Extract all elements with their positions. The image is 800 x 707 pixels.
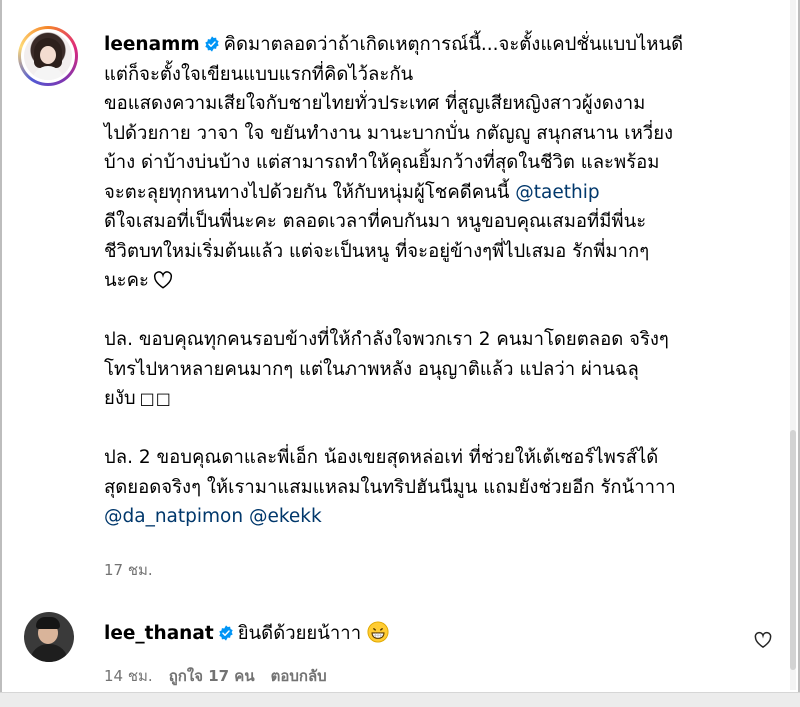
caption-line: สุดยอดจริงๆ ให้เรามาแสมแหลมในทริปฮันนีมู… (104, 476, 676, 498)
caption-line: แต่ก็จะตั้งใจเขียนแบบแรกที่คิดไว้ละกัน (104, 63, 414, 85)
post-caption: leenamm คิดมาตลอดว่าถ้าเกิดเหตุการณ์นี้..… (104, 30, 784, 532)
reply-like-count[interactable]: ถูกใจ 17 คน (169, 664, 255, 688)
post-author-avatar[interactable] (18, 26, 78, 86)
window-bottom-bar (0, 692, 800, 707)
post-username[interactable]: leenamm (104, 34, 200, 55)
reply-button[interactable]: ตอบกลับ (271, 664, 327, 688)
heart-like-icon[interactable] (754, 631, 772, 649)
reply-text: ยินดีด้วยยน้าาา (237, 623, 362, 644)
caption-line: ดีใจเสมอที่เป็นพี่นะคะ ตลอดเวลาที่คบกันม… (104, 211, 647, 232)
reply-timestamp[interactable]: 14 ชม. (104, 664, 153, 688)
caption-line: นะคะ (104, 266, 784, 296)
reply-comment: lee_thanat ยินดีด้วยยน้าาา (104, 620, 389, 648)
caption-line: บ้าง ด่าบ้างบ่นบ้าง แต่สามารถทำให้คุณยิ้… (104, 152, 660, 173)
caption-line: leenamm คิดมาตลอดว่าถ้าเกิดเหตุการณ์นี้..… (104, 30, 784, 60)
mention-link[interactable]: @taethip (515, 182, 599, 203)
caption-line: ปล. 2 ขอบคุณดาและพี่เอ็ก น้องเขยสุดหล่อเ… (104, 447, 659, 468)
caption-line: ไปด้วยกาย วาจา ใจ ขยันทำงาน มานะบากบั่น … (104, 122, 674, 144)
mention-link[interactable]: @da_natpimon (104, 506, 243, 527)
caption-line: @da_natpimon @ekekk (104, 502, 784, 532)
reply-author-avatar[interactable] (24, 612, 74, 662)
caption-text: จะตะลุยทุกหนทางไปด้วยกัน ให้กับหนุ่มผู้โ… (104, 181, 510, 203)
caption-line: ยงับ □□ (104, 384, 784, 414)
caption-text: คิดมาตลอดว่าถ้าเกิดเหตุการณ์นี้...จะตั้ง… (223, 34, 684, 55)
scrollbar-thumb[interactable] (790, 430, 796, 670)
avatar-photo (24, 32, 72, 80)
heart-outline-icon (153, 271, 172, 289)
missing-glyph-boxes: □□ (139, 389, 172, 408)
caption-line: จะตะลุยทุกหนทางไปด้วยกัน ให้กับหนุ่มผู้โ… (104, 178, 784, 208)
verified-badge-icon (204, 36, 219, 52)
reply-meta-row: 14 ชม. ถูกใจ 17 คน ตอบกลับ (104, 664, 327, 688)
caption-line: โทรไปหาหลายคนมากๆ แต่ในภาพหลัง อนุญาติแล… (104, 358, 639, 380)
caption-line: ปล. ขอบคุณทุกคนรอบข้างที่ให้กำลังใจพวกเร… (104, 329, 669, 350)
mention-link[interactable]: @ekekk (249, 506, 322, 527)
post-timestamp[interactable]: 17 ชม. (104, 558, 153, 582)
window-left-border (0, 0, 2, 707)
caption-text: ยงับ (104, 388, 136, 409)
caption-text: นะคะ (104, 270, 149, 291)
caption-line: ชีวิตบทใหม่เริ่มต้นแล้ว แต่จะเป็นหนู ที่… (104, 240, 650, 262)
verified-badge-icon (219, 625, 233, 641)
caption-line: ขอแสดงความเสียใจกับชายไทยทั่วประเทศ ที่ส… (104, 93, 646, 114)
reply-username[interactable]: lee_thanat (104, 623, 214, 644)
grinning-face-icon (367, 621, 389, 643)
